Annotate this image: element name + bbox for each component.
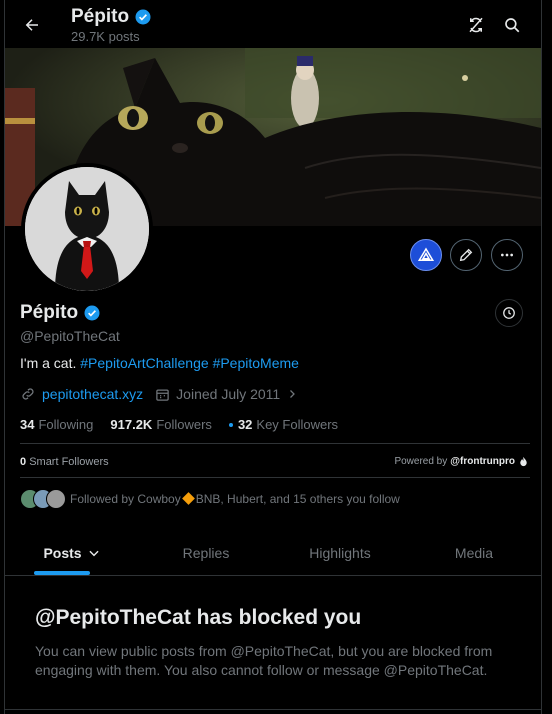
flame-icon (520, 456, 527, 467)
avatar-cat-image (25, 167, 149, 291)
mini-avatar (46, 489, 66, 509)
chevron-down-icon (88, 550, 99, 556)
sync-icon (469, 17, 483, 33)
calendar-icon (156, 389, 169, 401)
profile-avatar[interactable] (21, 163, 153, 295)
followers-label: Followers (156, 417, 212, 432)
following-label: Following (38, 417, 94, 432)
tab-highlights[interactable]: Highlights (273, 530, 407, 575)
more-icon (501, 253, 513, 257)
smart-followers-count: 0 (20, 456, 27, 468)
divider (5, 709, 541, 710)
bio-text: I'm a cat. (20, 355, 77, 371)
tab-label: Media (454, 544, 494, 561)
frontrun-button[interactable] (410, 239, 442, 271)
key-followers-count: 32 (237, 417, 253, 432)
sync-button[interactable] (459, 8, 493, 42)
verified-badge-icon (135, 9, 151, 25)
profile-tabs: Posts Replies Highlights Media (5, 530, 541, 576)
link-icon (22, 388, 34, 400)
header-title-row: Pépito (71, 6, 152, 28)
key-followers-label: Key Followers (256, 417, 339, 432)
following-stat[interactable]: 34 Following (20, 417, 93, 432)
tab-label: Highlights (309, 544, 371, 561)
history-clock-icon (503, 307, 515, 319)
search-button[interactable] (495, 8, 529, 42)
follower-avatars (20, 489, 66, 509)
divider (20, 443, 530, 444)
search-icon (505, 18, 520, 33)
back-arrow-icon (25, 19, 38, 31)
following-count: 34 (20, 417, 35, 432)
triangle-logo-icon (417, 247, 435, 261)
bio-hashtag-link[interactable]: #PepitoMeme (213, 355, 299, 371)
smart-followers[interactable]: 0 Smart Followers (20, 456, 109, 468)
followers-stat[interactable]: 917.2K Followers (110, 417, 212, 432)
website-link[interactable]: pepitothecat.xyz (42, 386, 143, 402)
powered-by-label: Powered by (394, 456, 448, 467)
profile-meta: pepitothecat.xyz Joined July 2011 (20, 386, 298, 402)
smart-followers-label: Smart Followers (29, 456, 109, 468)
bio-hashtag-link[interactable]: #PepitoArtChallenge (80, 355, 208, 371)
tab-media[interactable]: Media (407, 530, 541, 575)
tab-label: Replies (182, 544, 230, 561)
profile-handle: @PepitoTheCat (20, 328, 120, 344)
profile-name: Pépito (20, 302, 79, 323)
back-button[interactable] (15, 8, 49, 42)
powered-by[interactable]: Powered by @frontrunpro (394, 456, 529, 467)
joined-date[interactable]: Joined July 2011 (176, 386, 280, 402)
divider (20, 477, 530, 478)
key-followers-dot-icon (228, 422, 233, 427)
pencil-icon (459, 248, 473, 262)
chevron-right-icon[interactable] (286, 388, 298, 400)
followed-by-prefix: Followed by Cowboy (70, 492, 181, 506)
followed-by-suffix: BNB, Hubert, and 15 others you follow (195, 492, 400, 506)
key-followers-stat[interactable]: 32 Key Followers (228, 417, 339, 432)
followers-count: 917.2K (110, 417, 153, 432)
tab-posts[interactable]: Posts (5, 530, 139, 575)
followed-by[interactable]: Followed by Cowboy BNB, Hubert, and 15 o… (20, 489, 400, 509)
header-post-count: 29.7K posts (71, 29, 140, 44)
top-bar: Pépito 29.7K posts (5, 0, 541, 48)
profile-page: Pépito 29.7K posts Pépito @PepitoTheCat … (4, 0, 542, 714)
tab-label: Posts (43, 544, 82, 561)
header-name: Pépito (71, 6, 130, 27)
edit-button[interactable] (450, 239, 482, 271)
bnb-diamond-icon (181, 492, 195, 505)
profile-stats: 34 Following 917.2K Followers 32 Key Fol… (20, 417, 355, 432)
blocked-title: @PepitoTheCat has blocked you (35, 606, 362, 629)
tab-replies[interactable]: Replies (139, 530, 273, 575)
history-button[interactable] (495, 299, 523, 327)
more-options-button[interactable] (491, 239, 523, 271)
powered-by-provider: @frontrunpro (450, 456, 515, 467)
verified-badge-icon[interactable] (83, 304, 101, 322)
profile-name-row: Pépito (20, 302, 101, 324)
profile-bio: I'm a cat. #PepitoArtChallenge #PepitoMe… (20, 355, 299, 371)
blocked-message: You can view public posts from @PepitoTh… (35, 643, 493, 678)
